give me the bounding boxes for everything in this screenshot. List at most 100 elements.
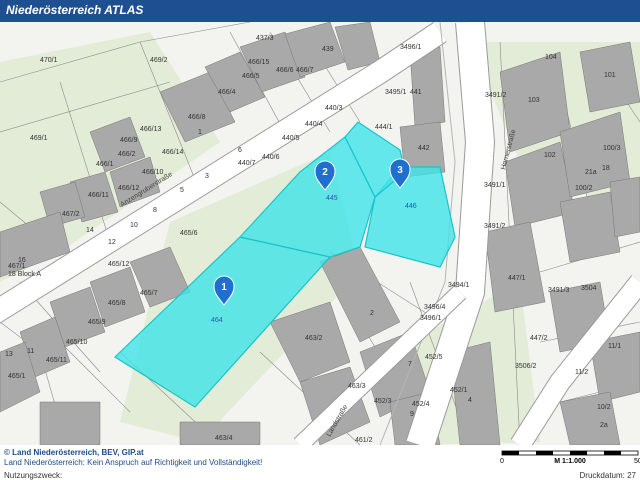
parcel-label: 100/3 xyxy=(603,145,621,152)
parcel-label: 3496/1 xyxy=(400,44,422,51)
parcel-label: 461/2 xyxy=(355,437,373,444)
parcel-label: 100/2 xyxy=(575,185,593,192)
parcel-label: 465/11 xyxy=(46,357,67,364)
parcel-label: 467/1 xyxy=(8,263,26,270)
parcel-label: 11/2 xyxy=(575,369,588,376)
parcel-label: 3506/2 xyxy=(515,363,537,370)
parcel-label: 439 xyxy=(322,46,334,53)
parcel-label: 452/3 xyxy=(374,398,392,405)
parcel-label: 440/4 xyxy=(305,121,323,128)
title-bar: Niederösterreich ATLAS xyxy=(0,0,640,22)
marker-number: 3 xyxy=(397,165,403,176)
house-number: 6 xyxy=(238,147,242,154)
parcel-label: 3491/1 xyxy=(484,182,506,189)
parcel-label: 101 xyxy=(604,72,616,79)
scale-ratio: M 1:1.000 xyxy=(554,458,586,465)
map-footer: © Land Niederösterreich, BEV, GIP.at Lan… xyxy=(0,445,640,480)
parcel-label: 466/15 xyxy=(248,59,270,66)
parcel-label: 447/2 xyxy=(530,335,548,342)
parcel-label: 3504 xyxy=(581,285,597,292)
parcel-label: 104 xyxy=(545,54,557,61)
marker-number: 1 xyxy=(221,282,227,293)
parcel-label: 440/3 xyxy=(325,105,343,112)
parcel-label: 102 xyxy=(544,152,556,159)
parcel-label: 466/14 xyxy=(162,149,184,156)
parcel-label: 466/11 xyxy=(88,192,109,199)
parcel-label: 466/9 xyxy=(120,137,138,144)
parcel-label: 440/6 xyxy=(262,154,280,161)
copyright-text: © Land Niederösterreich, BEV, GIP.at xyxy=(4,448,144,457)
app-title: Niederösterreich ATLAS xyxy=(6,3,144,17)
parcel-label: 466/7 xyxy=(296,67,314,74)
parcel-label: 3491/2 xyxy=(485,92,507,99)
house-number: 9 xyxy=(410,411,414,418)
parcel-label: 466/5 xyxy=(242,73,260,80)
parcel-number-464: 464 xyxy=(211,317,223,324)
parcel-label: 437/3 xyxy=(256,35,274,42)
parcel-label: 11/1 xyxy=(608,343,621,350)
parcel-label: 452/5 xyxy=(425,354,443,361)
parcel-label: 103 xyxy=(528,97,540,104)
parcel-number-445: 445 xyxy=(326,195,338,202)
parcel-label: 3496/4 xyxy=(424,304,446,311)
parcel-label: 463/3 xyxy=(348,383,366,390)
house-number: 4 xyxy=(468,397,472,404)
parcel-label: 465/1 xyxy=(8,373,26,380)
parcel-label: 466/12 xyxy=(118,185,140,192)
parcel-label: 465/7 xyxy=(140,290,158,297)
parcel-label: 466/10 xyxy=(142,169,164,176)
marker-number: 2 xyxy=(322,167,328,178)
parcel-label: 465/6 xyxy=(180,230,198,237)
parcel-label: 3495/1 xyxy=(385,89,407,96)
house-number: 14 xyxy=(86,227,94,234)
house-number: 16 xyxy=(18,257,26,264)
house-number: 18 xyxy=(602,165,610,172)
extra-label: 18 Block A xyxy=(8,271,41,278)
parcel-label: 465/9 xyxy=(88,319,106,326)
purpose-label: Nutzungszweck: xyxy=(4,471,63,480)
parcel-label: 452/4 xyxy=(412,401,430,408)
parcel-label: 467/2 xyxy=(62,211,80,218)
house-number: 2a xyxy=(600,422,608,429)
parcel-label: 466/13 xyxy=(140,126,162,133)
house-number: 3 xyxy=(205,173,209,180)
scale-tick: 50 xyxy=(634,458,640,465)
disclaimer-text: Land Niederösterreich: Kein Anspruch auf… xyxy=(4,458,263,467)
parcel-label: 440/5 xyxy=(282,135,300,142)
scale-tick: 0 xyxy=(500,458,504,465)
parcel-label: 465/12 xyxy=(108,261,130,268)
parcel-label: 466/8 xyxy=(188,114,206,121)
parcel-label: 470/1 xyxy=(40,57,58,64)
cadastral-map[interactable]: 470/1 469/2 469/1 467/2 467/1 465/12 465… xyxy=(0,22,640,445)
house-number: 1 xyxy=(198,129,202,136)
parcel-label: 444/1 xyxy=(375,124,393,131)
parcel-label: 452/1 xyxy=(450,387,468,394)
parcel-label: 466/4 xyxy=(218,89,236,96)
parcel-label: 3491/3 xyxy=(548,287,570,294)
house-number: 2 xyxy=(370,310,374,317)
house-number: 10 xyxy=(130,222,138,229)
parcel-label: 463/2 xyxy=(305,335,323,342)
parcel-label: 21a xyxy=(585,169,597,176)
map-viewport[interactable]: 470/1 469/2 469/1 467/2 467/1 465/12 465… xyxy=(0,22,640,445)
parcel-label: 10/2 xyxy=(597,404,611,411)
house-number: 8 xyxy=(153,207,157,214)
house-number: 12 xyxy=(108,239,116,246)
parcel-label: 469/1 xyxy=(30,135,48,142)
parcel-label: 442 xyxy=(418,145,430,152)
house-number: 13 xyxy=(5,351,13,358)
parcel-label: 3496/1 xyxy=(420,315,442,322)
parcel-number-446: 446 xyxy=(405,203,417,210)
parcel-label: 466/1 xyxy=(96,161,114,168)
print-date: Druckdatum: 27 xyxy=(579,471,636,480)
parcel-label: 3494/1 xyxy=(448,282,470,289)
parcel-label: 441 xyxy=(410,89,422,96)
parcel-label: 3491/2 xyxy=(484,223,506,230)
house-number: 5 xyxy=(180,187,184,194)
parcel-label: 463/4 xyxy=(215,435,233,442)
house-number: 11 xyxy=(27,348,34,355)
parcel-label: 465/8 xyxy=(108,300,126,307)
parcel-label: 466/2 xyxy=(118,151,136,158)
parcel-label: 447/1 xyxy=(508,275,526,282)
parcel-label: 465/10 xyxy=(66,339,88,346)
